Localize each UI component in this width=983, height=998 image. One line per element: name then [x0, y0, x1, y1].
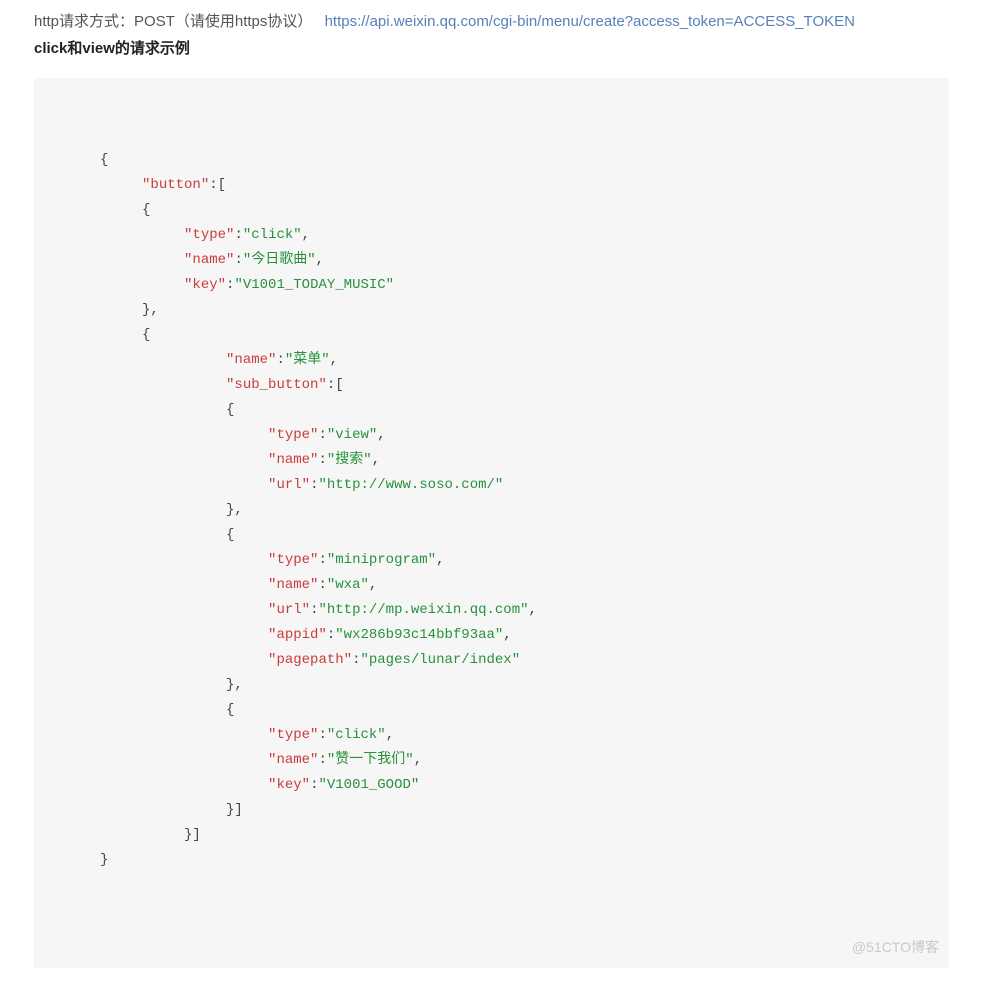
json-code-block: { "button":[ { "type":"click", "name":"今… [34, 78, 949, 968]
request-method-text: http请求方式：POST（请使用https协议） [34, 13, 312, 30]
api-url-link[interactable]: https://api.weixin.qq.com/cgi-bin/menu/c… [325, 13, 855, 30]
request-method-line: http请求方式：POST（请使用https协议） https://api.we… [34, 10, 949, 31]
example-subtitle: click和view的请求示例 [34, 37, 949, 58]
page: http请求方式：POST（请使用https协议） https://api.we… [0, 0, 983, 998]
watermark: @51CTO博客 [852, 935, 939, 960]
code-content: { "button":[ { "type":"click", "name":"今… [58, 148, 925, 873]
